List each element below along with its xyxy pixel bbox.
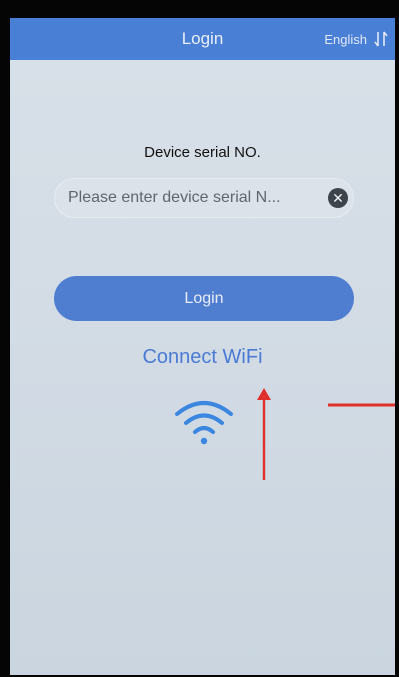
app-screen: Login English Device serial NO. ✕ Login … (10, 18, 395, 675)
connect-wifi-link[interactable]: Connect WiFi (10, 346, 395, 369)
language-selector[interactable]: English (324, 18, 389, 60)
serial-number-input[interactable] (68, 178, 308, 218)
annotation-line (328, 403, 395, 407)
clear-icon[interactable]: ✕ (328, 188, 348, 208)
title-bar: Login English (10, 18, 395, 60)
annotation-arrow (257, 388, 271, 480)
serial-number-label: Device serial NO. (144, 144, 261, 161)
sort-arrows-icon (374, 31, 388, 47)
login-button[interactable]: Login (54, 276, 354, 321)
serial-input-container: ✕ (54, 178, 354, 218)
device-frame: Login English Device serial NO. ✕ Login … (0, 0, 399, 677)
wifi-icon[interactable] (173, 398, 235, 446)
language-label: English (324, 31, 367, 47)
